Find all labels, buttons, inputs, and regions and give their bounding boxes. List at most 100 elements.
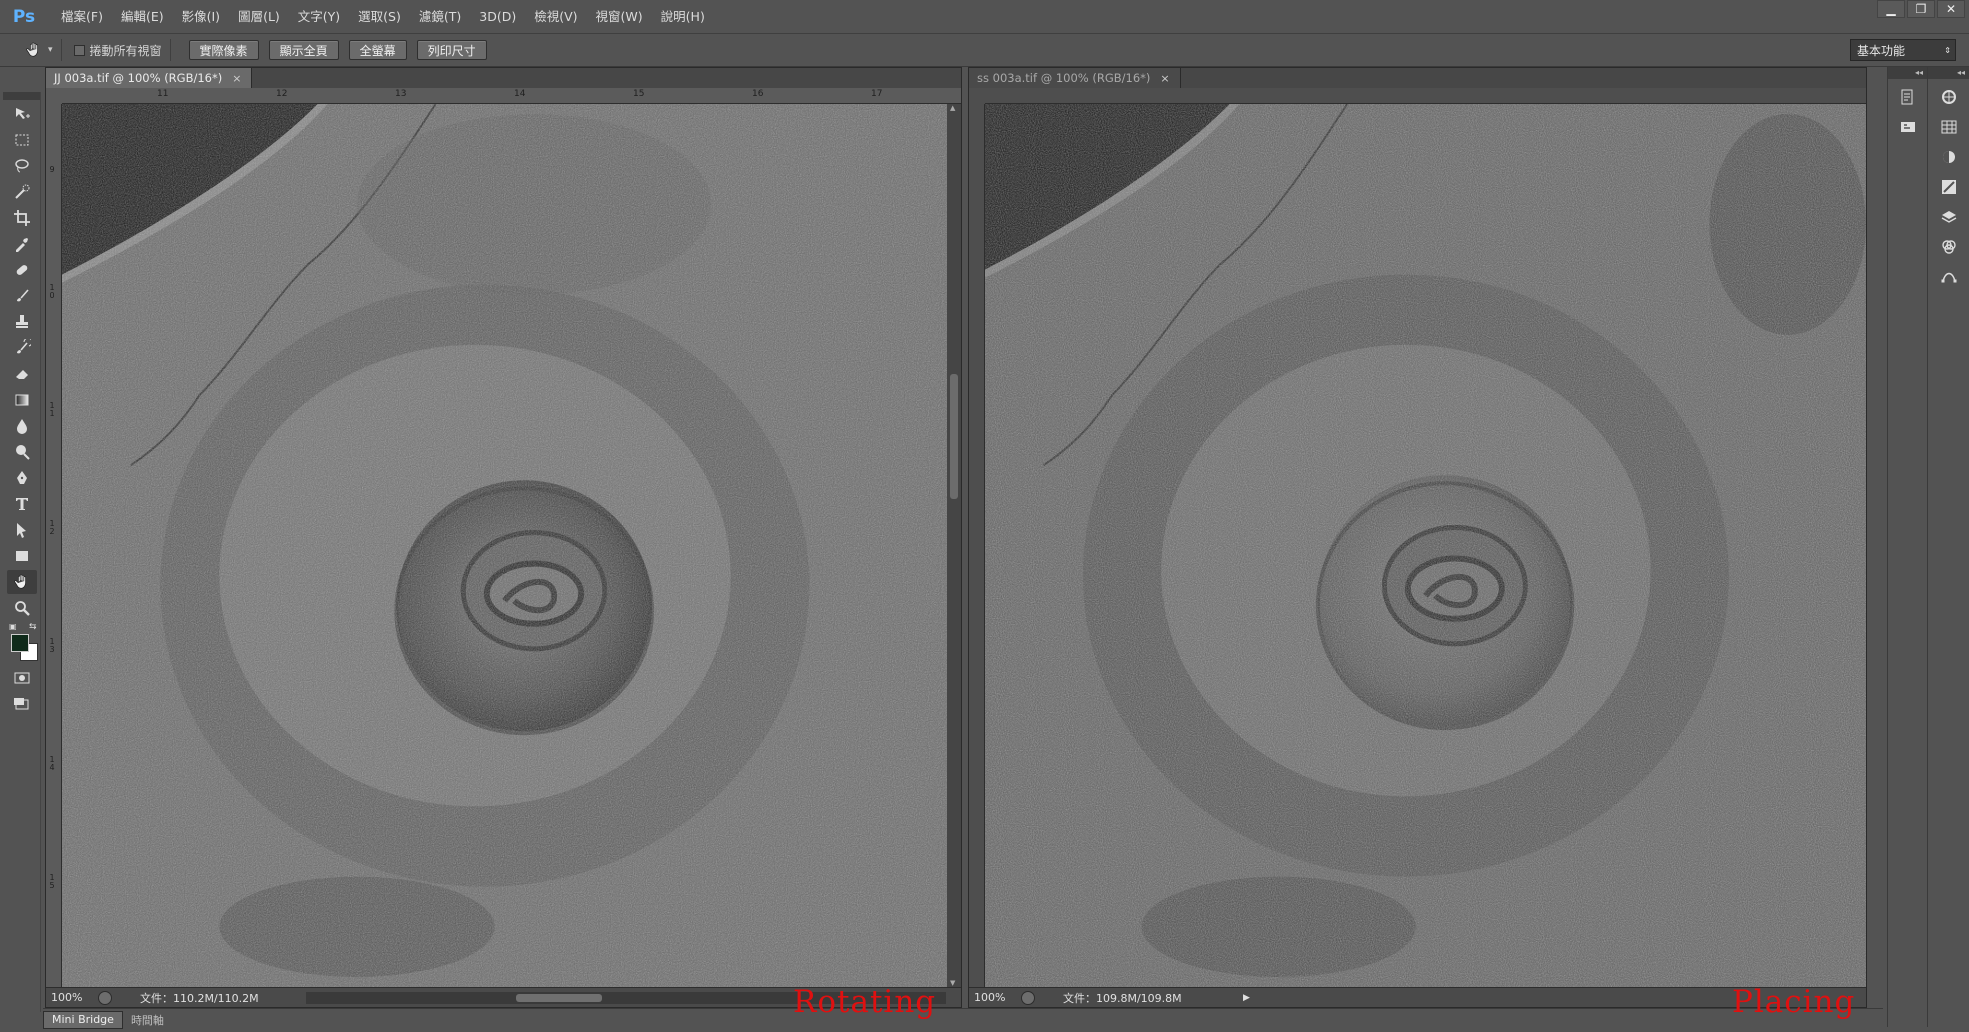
zoom-level[interactable]: 100% [46, 991, 98, 1004]
close-button[interactable]: ✕ [1937, 0, 1965, 18]
layers-panel-icon[interactable] [1935, 205, 1963, 229]
status-menu-arrow-icon[interactable]: ▶ [1243, 993, 1250, 1003]
workspace-select-value: 基本功能 [1857, 43, 1906, 58]
color-panel-icon[interactable] [1935, 85, 1963, 109]
history-brush-tool-icon[interactable] [7, 336, 37, 360]
ruler-tick-label: 14 [514, 89, 526, 99]
quick-selection-tool-icon[interactable] [7, 180, 37, 204]
ruler-origin[interactable] [969, 88, 985, 104]
collapsed-panel-dock-1: ◂◂ [1887, 67, 1927, 1027]
eraser-tool-icon[interactable] [7, 362, 37, 386]
tab-timeline[interactable]: 時間軸 [123, 1011, 172, 1029]
image-canvas-left[interactable] [62, 104, 947, 987]
close-tab-icon[interactable]: × [1160, 72, 1169, 85]
scroll-up-icon[interactable]: ▲ [950, 104, 955, 112]
vertical-scrollbar[interactable]: ▲ ▼ [947, 104, 961, 987]
rectangle-tool-icon[interactable] [7, 544, 37, 568]
menu-window[interactable]: 視窗(W) [587, 0, 652, 33]
dock-collapse-toggle[interactable]: ◂◂ [1888, 67, 1927, 79]
screen-mode-icon[interactable] [7, 692, 37, 716]
scroll-all-windows-checkbox[interactable]: 捲動所有視窗 [73, 42, 162, 59]
scroll-down-icon[interactable]: ▼ [950, 979, 955, 987]
menu-layer[interactable]: 圖層(L) [229, 0, 289, 33]
zoom-level[interactable]: 100% [969, 991, 1021, 1004]
eyedropper-tool-icon[interactable] [7, 232, 37, 256]
brush-tool-icon[interactable] [7, 284, 37, 308]
document-window-right: ss 003a.tif @ 100% (RGB/16*) × 100% 文件：1… [968, 67, 1867, 1008]
foreground-color-swatch[interactable] [11, 634, 29, 652]
clone-stamp-tool-icon[interactable] [7, 310, 37, 334]
bottom-panel-tabs: Mini Bridge 時間軸 [43, 1008, 1883, 1030]
tools-collapse[interactable] [3, 92, 40, 100]
ruler-tick-label: 13 [395, 89, 407, 99]
ruler-tick-label: 16 [752, 89, 764, 99]
hand-tool-icon[interactable] [7, 570, 37, 594]
fill-screen-button[interactable]: 全螢幕 [348, 40, 407, 60]
print-size-button[interactable]: 列印尺寸 [416, 40, 487, 60]
ruler-tick-label: 1 2 [49, 519, 55, 536]
menu-file[interactable]: 檔案(F) [52, 0, 112, 33]
options-bar: ▾ 捲動所有視窗 實際像素 顯示全頁 全螢幕 列印尺寸 基本功能 ⇕ [0, 33, 1969, 67]
close-tab-icon[interactable]: × [232, 72, 241, 85]
marquee-tool-icon[interactable] [7, 128, 37, 152]
minimize-button[interactable]: ▁ [1877, 0, 1905, 18]
dock-collapse-toggle[interactable]: ◂◂ [1928, 67, 1969, 79]
adjustments-panel-icon[interactable] [1935, 145, 1963, 169]
workspace-select[interactable]: 基本功能 ⇕ [1850, 39, 1956, 61]
path-selection-tool-icon[interactable] [7, 518, 37, 542]
styles-panel-icon[interactable] [1935, 175, 1963, 199]
actual-pixels-button[interactable]: 實際像素 [188, 40, 259, 60]
horizontal-ruler[interactable] [985, 88, 1866, 104]
tab-mini-bridge[interactable]: Mini Bridge [43, 1010, 123, 1029]
ruler-origin[interactable] [46, 88, 62, 104]
channels-panel-icon[interactable] [1935, 235, 1963, 259]
ruler-tick-label: 17 [871, 89, 883, 99]
preset-caret-icon[interactable]: ▾ [48, 45, 53, 55]
proof-icon[interactable] [1021, 990, 1035, 1005]
paths-panel-icon[interactable] [1935, 265, 1963, 289]
document-window-left: JJ 003a.tif @ 100% (RGB/16*) × 11 12 13 … [45, 67, 962, 1008]
crop-tool-icon[interactable] [7, 206, 37, 230]
ruler-tick-label: 11 [157, 89, 169, 99]
image-canvas-right[interactable] [985, 104, 1866, 987]
menu-image[interactable]: 影像(I) [173, 0, 229, 33]
menu-filter[interactable]: 濾鏡(T) [410, 0, 470, 33]
type-tool-icon[interactable] [7, 492, 37, 516]
document-tab-right[interactable]: ss 003a.tif @ 100% (RGB/16*) × [969, 68, 1181, 88]
document-tab-left[interactable]: JJ 003a.tif @ 100% (RGB/16*) × [46, 68, 253, 88]
options-separator [169, 39, 171, 61]
ruler-tick-label: 1 3 [49, 637, 55, 654]
pen-tool-icon[interactable] [7, 466, 37, 490]
checkbox-box[interactable] [73, 44, 85, 56]
restore-button[interactable]: ❐ [1907, 0, 1935, 18]
vertical-ruler[interactable]: 9 1 0 1 1 1 2 1 3 1 4 1 5 [46, 104, 62, 987]
history-panel-icon[interactable] [1894, 85, 1922, 109]
horizontal-ruler[interactable]: 11 12 13 14 15 16 17 [62, 88, 961, 104]
zoom-tool-icon[interactable] [7, 596, 37, 620]
quick-mask-icon[interactable] [7, 666, 37, 690]
menu-edit[interactable]: 編輯(E) [112, 0, 173, 33]
ps-logo: Ps [12, 6, 36, 27]
properties-panel-icon[interactable] [1894, 115, 1922, 139]
hand-tool-preset-icon[interactable] [24, 40, 44, 60]
swatches-panel-icon[interactable] [1935, 115, 1963, 139]
ruler-tick-label: 15 [633, 89, 645, 99]
menu-type[interactable]: 文字(Y) [289, 0, 349, 33]
menu-select[interactable]: 選取(S) [349, 0, 410, 33]
gradient-tool-icon[interactable] [7, 388, 37, 412]
fit-screen-button[interactable]: 顯示全頁 [268, 40, 339, 60]
vertical-scroll-thumb[interactable] [950, 374, 958, 499]
move-tool-icon[interactable] [7, 102, 37, 126]
menu-help[interactable]: 說明(H) [652, 0, 714, 33]
dodge-tool-icon[interactable] [7, 440, 37, 464]
horizontal-scroll-thumb[interactable] [516, 994, 602, 1002]
lasso-tool-icon[interactable] [7, 154, 37, 178]
swap-colors-icon[interactable]: ⇆ [29, 622, 37, 632]
menu-3d[interactable]: 3D(D) [470, 0, 525, 33]
blur-tool-icon[interactable] [7, 414, 37, 438]
menu-view[interactable]: 檢視(V) [525, 0, 586, 33]
proof-icon[interactable] [98, 990, 112, 1005]
default-colors-icon[interactable]: ▣ [9, 622, 17, 631]
healing-brush-tool-icon[interactable] [7, 258, 37, 282]
vertical-ruler[interactable] [969, 104, 985, 987]
